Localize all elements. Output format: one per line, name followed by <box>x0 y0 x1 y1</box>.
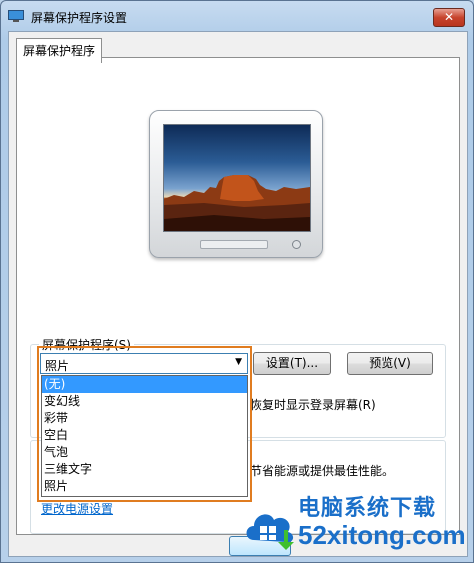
chevron-down-icon[interactable]: ▼ <box>235 357 242 367</box>
settings-button[interactable]: 设置(T)... <box>253 352 331 375</box>
site-watermark: 电脑系统下载 52xitong.com <box>240 488 474 563</box>
dropdown-option[interactable]: 空白 <box>42 427 247 444</box>
preview-screen <box>163 124 311 232</box>
title-bar[interactable]: 屏幕保护程序设置 ✕ <box>1 1 473 31</box>
watermark-url: 52xitong.com <box>298 520 466 550</box>
power-description: 节省能源或提供最佳性能。 <box>250 464 395 478</box>
preview-button[interactable]: 预览(V) <box>347 352 433 375</box>
screensaver-select-value: 照片 <box>45 359 70 373</box>
close-button[interactable]: ✕ <box>433 8 465 27</box>
cloud-logo-icon <box>246 514 294 550</box>
screensaver-dropdown-list[interactable]: (无) 变幻线 彩带 空白 气泡 三维文字 照片 <box>41 375 248 497</box>
monitor-control-bar <box>200 240 268 249</box>
watermark-title: 电脑系统下载 <box>298 496 437 521</box>
dropdown-option[interactable]: 气泡 <box>42 444 247 461</box>
dialog-client-area: 屏幕保护程序 屏幕保护程序(S) 照片 ▼ 设置(T)... 预览(V) 恢复时… <box>8 31 468 557</box>
monitor-preview <box>149 110 323 258</box>
change-power-settings-link[interactable]: 更改电源设置 <box>41 500 113 517</box>
screensaver-group-label: 屏幕保护程序(S) <box>39 336 134 353</box>
desert-landscape-image <box>164 175 310 231</box>
tab-screensaver[interactable]: 屏幕保护程序 <box>16 38 103 63</box>
tab-page: 屏幕保护程序(S) 照片 ▼ 设置(T)... 预览(V) 恢复时显示登录屏幕(… <box>16 57 460 535</box>
dropdown-option[interactable]: (无) <box>42 376 247 393</box>
monitor-power-icon <box>292 240 301 249</box>
dialog-window: 屏幕保护程序设置 ✕ 屏幕保护程序 屏幕保护程序(S) 照片 ▼ 设置(T)..… <box>0 0 474 563</box>
dropdown-option[interactable]: 三维文字 <box>42 461 247 478</box>
window-title: 屏幕保护程序设置 <box>31 11 128 25</box>
dropdown-option[interactable]: 彩带 <box>42 410 247 427</box>
dropdown-option[interactable]: 照片 <box>42 478 247 495</box>
screensaver-select[interactable]: 照片 ▼ <box>40 353 248 374</box>
display-icon <box>8 10 24 22</box>
dropdown-option[interactable]: 变幻线 <box>42 393 247 410</box>
resume-login-checkbox-label[interactable]: 恢复时显示登录屏幕(R) <box>250 396 376 413</box>
